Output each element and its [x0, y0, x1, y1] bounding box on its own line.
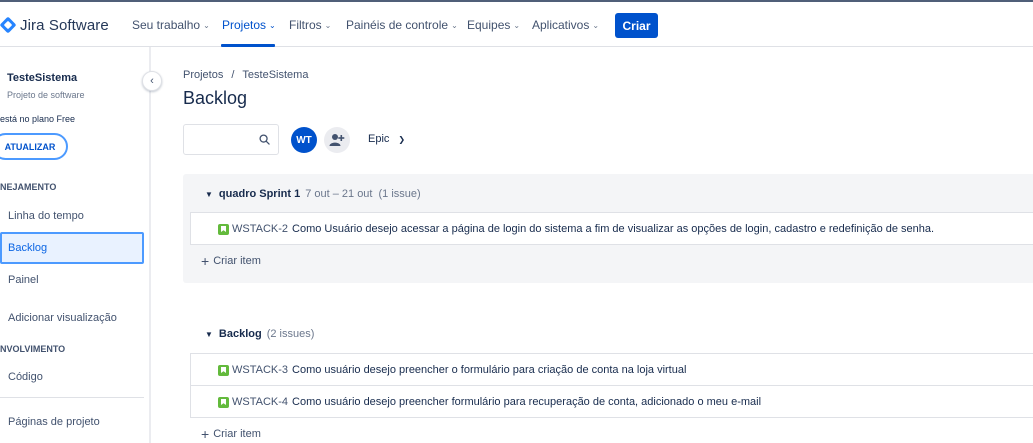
backlog-name: Backlog: [218, 328, 262, 340]
upgrade-label: ATUALIZAR: [4, 141, 56, 152]
brand-name: Jira Software: [20, 16, 109, 34]
sprint-header[interactable]: ▼ quadro Sprint 1 7 out – 21 out (1 issu…: [205, 188, 421, 200]
sidebar-item-project-pages[interactable]: Páginas de projeto: [0, 406, 144, 438]
active-nav-indicator: [221, 44, 275, 47]
plus-icon: +: [201, 253, 210, 269]
issue-summary: Como Usuário desejo acessar a página de …: [292, 222, 935, 235]
chevron-down-icon: ❯: [398, 134, 406, 144]
nav-seu-trabalho[interactable]: Seu trabalho ⌄: [132, 18, 210, 32]
sprint-dates: 7 out – 21 out: [305, 188, 373, 200]
issue-row[interactable]: WSTACK-2 Como Usuário desejo acessar a p…: [190, 212, 1033, 245]
jira-logo[interactable]: Jira Software: [0, 15, 109, 35]
nav-equipes[interactable]: Equipes ⌄: [467, 18, 520, 32]
chevron-down-icon: ⌄: [203, 20, 210, 30]
top-navigation: Jira Software Seu trabalho ⌄ Projetos ⌄ Fi…: [0, 0, 1033, 47]
collapse-sidebar-button[interactable]: ‹: [142, 71, 162, 91]
sidebar-divider: [0, 397, 144, 398]
plus-icon: +: [201, 426, 210, 442]
plan-notice: está no plano Free: [0, 114, 76, 124]
sidebar-item-code[interactable]: Código: [0, 361, 144, 393]
nav-label: Painéis de controle: [346, 18, 449, 32]
create-item-label: Criar item: [213, 428, 261, 440]
issue-key[interactable]: WSTACK-3: [232, 364, 288, 376]
add-user-icon: [329, 134, 345, 146]
issue-key[interactable]: WSTACK-4: [232, 396, 288, 408]
issue-row[interactable]: WSTACK-4 Como usuário desejo preencher f…: [190, 385, 1033, 418]
nav-projetos[interactable]: Projetos ⌄: [222, 18, 276, 32]
section-heading-development: NVOLVIMENTO: [0, 344, 66, 354]
upgrade-button[interactable]: ATUALIZAR: [0, 133, 68, 160]
create-item-label: Criar item: [213, 255, 261, 267]
issue-summary: Como usuário desejo preencher formulário…: [292, 395, 762, 408]
page-title: Backlog: [183, 88, 248, 108]
nav-label: Seu trabalho: [132, 18, 201, 32]
project-type: Projeto de software: [7, 90, 85, 100]
nav-label: Equipes: [467, 18, 511, 32]
backlog-issue-count: (2 issues): [266, 328, 315, 340]
sidebar-item-board[interactable]: Painel: [0, 264, 144, 296]
nav-label: Filtros: [289, 18, 322, 32]
story-icon: [218, 224, 229, 235]
section-heading-planning: NEJAMENTO: [0, 182, 57, 192]
nav-aplicativos[interactable]: Aplicativos ⌄: [532, 18, 599, 32]
chevron-down-icon: ⌄: [451, 20, 458, 30]
sprint-name: quadro Sprint 1: [218, 188, 301, 200]
sprint-create-item-button[interactable]: + Criar item: [201, 254, 261, 268]
chevron-down-icon: ⌄: [324, 20, 332, 30]
breadcrumb-projects[interactable]: Projetos: [183, 69, 223, 81]
project-sidebar: TesteSistema Projeto de software está no…: [0, 47, 151, 443]
story-icon: [218, 365, 229, 376]
sprint-issue-count: (1 issue): [378, 188, 421, 200]
issue-summary: Como usuário desejo preencher o formulár…: [292, 363, 687, 376]
chevron-left-icon: ‹: [150, 75, 154, 87]
breadcrumb-separator: /: [231, 69, 235, 81]
chevron-down-icon: ▼: [205, 189, 213, 199]
jira-diamond-icon: [0, 16, 17, 34]
chevron-down-icon: ▼: [205, 329, 213, 339]
backlog-header[interactable]: ▼ Backlog (2 issues): [205, 328, 314, 340]
epic-filter-dropdown[interactable]: Epic ❯: [368, 133, 405, 145]
chevron-down-icon: ⌄: [592, 20, 600, 30]
chevron-down-icon: ⌄: [269, 20, 276, 30]
search-icon: [259, 134, 270, 145]
nav-label: Projetos: [222, 18, 267, 32]
create-button[interactable]: Criar: [615, 13, 658, 38]
nav-label: Aplicativos: [532, 18, 590, 32]
sidebar-item-add-view[interactable]: Adicionar visualização: [0, 302, 144, 334]
add-people-button[interactable]: [324, 127, 350, 153]
backlog-create-item-button[interactable]: + Criar item: [201, 427, 261, 441]
search-input[interactable]: [183, 124, 279, 155]
breadcrumb: Projetos / TesteSistema: [183, 69, 308, 81]
nav-paineis-de-controle[interactable]: Painéis de controle ⌄: [346, 18, 458, 32]
chevron-down-icon: ⌄: [513, 20, 521, 30]
sidebar-item-timeline[interactable]: Linha do tempo: [0, 200, 144, 232]
avatar[interactable]: WT: [291, 127, 317, 153]
epic-filter-label: Epic: [368, 133, 390, 145]
nav-filtros[interactable]: Filtros ⌄: [289, 18, 331, 32]
issue-row[interactable]: WSTACK-3 Como usuário desejo preencher o…: [190, 353, 1033, 386]
issue-key[interactable]: WSTACK-2: [232, 223, 288, 235]
project-name[interactable]: TesteSistema: [7, 72, 77, 84]
breadcrumb-project[interactable]: TesteSistema: [242, 69, 308, 81]
sidebar-item-backlog[interactable]: Backlog: [0, 232, 144, 264]
story-icon: [218, 397, 229, 408]
